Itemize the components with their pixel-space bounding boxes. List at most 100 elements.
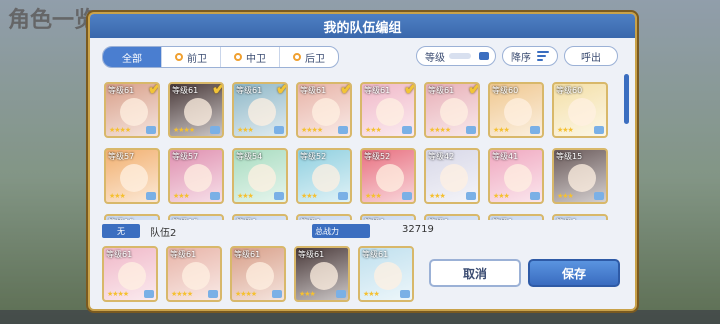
party-info-bar: 无 队伍2 总战力 32719 — [102, 224, 622, 239]
tab-label: 后卫 — [305, 53, 325, 65]
selected-check-icon: ✔ — [467, 84, 478, 100]
character-card[interactable]: 等级15 — [104, 214, 160, 220]
save-button[interactable]: 保存 — [528, 259, 620, 287]
character-level: 等级1 — [556, 217, 577, 220]
rank-icon — [146, 126, 156, 134]
character-portrait — [120, 164, 148, 192]
character-card[interactable]: 等级61 ★★★ ✔ — [360, 82, 416, 138]
rank-icon — [210, 192, 220, 200]
character-portrait — [374, 262, 402, 290]
character-level: 等级60 — [492, 86, 519, 95]
rank-icon — [402, 192, 412, 200]
character-card[interactable]: 等级57 ★★★ — [104, 148, 160, 204]
character-card[interactable]: 等级57 ★★★ — [168, 148, 224, 204]
level-sort-button[interactable]: 等级 — [416, 46, 496, 66]
character-level: 等级52 — [364, 152, 391, 161]
rear-dot-icon — [293, 53, 301, 61]
character-level: 等级15 — [172, 217, 198, 220]
character-level: 等级61 — [106, 250, 133, 259]
character-card[interactable]: 等级1 — [296, 214, 352, 220]
selected-check-icon: ✔ — [211, 84, 222, 100]
selected-party: 等级61 ★★★★ 等级61 ★★★★ 等级61 ★★★★ 等级61 ★★★ 等级61 ★★★ — [102, 242, 422, 304]
star-rating: ★★★ — [363, 290, 380, 298]
character-level: 等级61 — [170, 250, 197, 259]
rank-icon — [338, 126, 348, 134]
character-portrait — [568, 164, 596, 192]
star-rating: ★★★★ — [171, 290, 193, 298]
character-card[interactable]: 等级1 — [488, 214, 544, 220]
character-card[interactable]: 等级61 ★★★★ ✔ — [104, 82, 160, 138]
dialog-titlebar: 我的队伍编组 — [90, 14, 635, 38]
sort-icon — [537, 51, 549, 61]
character-card[interactable]: 等级61 ★★★★ ✔ — [296, 82, 352, 138]
character-level: 等级61 — [234, 250, 261, 259]
character-card[interactable]: 等级52 ★★★ — [360, 148, 416, 204]
star-rating: ★★★ — [237, 126, 254, 134]
character-level: 等级57 — [108, 152, 135, 161]
character-card[interactable]: 等级61 ★★★★ — [230, 246, 286, 302]
star-rating: ★★★ — [557, 126, 574, 134]
character-card[interactable]: 等级61 ★★★★ ✔ — [168, 82, 224, 138]
tab-all[interactable]: 全部 — [103, 47, 162, 67]
star-rating: ★★★ — [493, 126, 510, 134]
character-card[interactable]: 等级1 — [424, 214, 480, 220]
rank-icon — [272, 290, 282, 298]
tab-front[interactable]: 前卫 — [162, 47, 221, 67]
tab-label: 全部 — [122, 53, 142, 65]
character-level: 等级61 — [428, 86, 455, 95]
star-rating: ★★★ — [109, 192, 126, 200]
rank-icon — [594, 126, 604, 134]
position-tabs: 全部 前卫 中卫 后卫 — [102, 46, 339, 68]
character-card[interactable]: 等级61 ★★★ — [358, 246, 414, 302]
character-card[interactable]: 等级54 ★★★ — [232, 148, 288, 204]
star-rating: ★★★ — [299, 290, 316, 298]
character-card[interactable]: 等级61 ★★★ — [294, 246, 350, 302]
character-portrait — [248, 164, 276, 192]
party-name: 队伍2 — [150, 228, 177, 239]
character-card[interactable]: 等级1 — [360, 214, 416, 220]
character-card[interactable]: 等级52 ★★★ — [296, 148, 352, 204]
character-level: 等级1 — [364, 217, 385, 220]
character-card[interactable]: 等级61 ★★★★ — [102, 246, 158, 302]
character-level: 等级61 — [108, 86, 135, 95]
character-card[interactable]: 等级15 ★★★ — [552, 148, 608, 204]
character-portrait — [182, 262, 210, 290]
character-card[interactable]: 等级42 ★★★ — [424, 148, 480, 204]
character-level: 等级1 — [236, 217, 257, 220]
party-tag: 无 — [102, 224, 140, 238]
character-card[interactable]: 等级60 ★★★ — [552, 82, 608, 138]
character-level: 等级60 — [556, 86, 583, 95]
rank-icon — [144, 290, 154, 298]
call-out-button[interactable]: 呼出 — [564, 46, 618, 66]
character-card[interactable]: 等级61 ★★★★ ✔ — [424, 82, 480, 138]
character-level: 等级61 — [364, 86, 391, 95]
total-power-label: 总战力 — [312, 224, 370, 238]
character-level: 等级42 — [428, 152, 455, 161]
rank-icon — [466, 126, 476, 134]
character-portrait — [440, 98, 468, 126]
character-level: 等级61 — [172, 86, 199, 95]
character-level: 等级1 — [428, 217, 449, 220]
character-card[interactable]: 等级61 ★★★★ — [166, 246, 222, 302]
rank-icon — [210, 126, 220, 134]
tab-label: 前卫 — [187, 53, 207, 65]
level-slider-track — [449, 53, 471, 59]
tab-rear[interactable]: 后卫 — [280, 47, 338, 67]
rank-icon — [274, 126, 284, 134]
character-portrait — [312, 164, 340, 192]
rank-icon — [594, 192, 604, 200]
character-card[interactable]: 等级15 — [168, 214, 224, 220]
cancel-button[interactable]: 取消 — [429, 259, 521, 287]
character-card[interactable]: 等级1 — [552, 214, 608, 220]
character-card[interactable]: 等级41 ★★★ — [488, 148, 544, 204]
roster-scrollbar[interactable] — [624, 74, 629, 124]
tab-middle[interactable]: 中卫 — [221, 47, 280, 67]
character-card[interactable]: 等级1 — [232, 214, 288, 220]
rank-icon — [400, 290, 410, 298]
character-portrait — [568, 98, 596, 126]
character-level: 等级61 — [300, 86, 327, 95]
character-card[interactable]: 等级61 ★★★ ✔ — [232, 82, 288, 138]
descending-sort-button[interactable]: 降序 — [502, 46, 558, 66]
character-portrait — [312, 98, 340, 126]
character-card[interactable]: 等级60 ★★★ — [488, 82, 544, 138]
